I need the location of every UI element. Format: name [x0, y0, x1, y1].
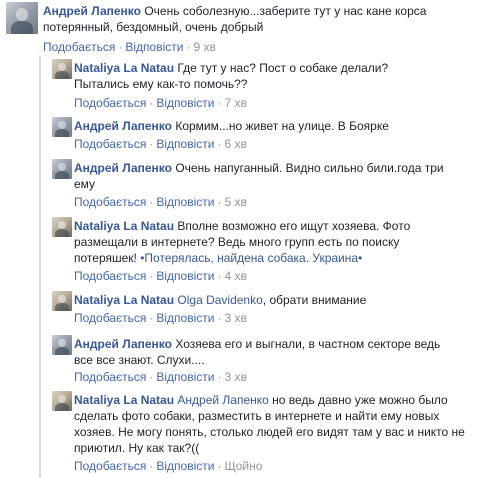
- like-button[interactable]: Подобається: [74, 137, 146, 151]
- separator-dot: ·: [217, 96, 222, 110]
- avatar[interactable]: [52, 291, 72, 311]
- like-button[interactable]: Подобається: [74, 459, 146, 473]
- comment-text: Nataliya La Natau Где тут у нас? Пост о …: [74, 60, 404, 92]
- comment-2: Андрей Лапенко Кормим...но живет на улиц…: [52, 117, 472, 153]
- reply-button[interactable]: Відповісти: [156, 269, 214, 283]
- avatar[interactable]: [52, 59, 72, 79]
- timestamp[interactable]: 4 хв: [224, 269, 246, 283]
- separator-dot: ·: [186, 40, 191, 54]
- comment-actions: Подобається · Відповісти · 5 хв: [74, 194, 247, 210]
- comment-text: Nataliya La Natau Вполне возможно его ищ…: [74, 218, 446, 266]
- comment-text: Андрей Лапенко Очень соболезную...забери…: [43, 3, 448, 35]
- comment-6: Андрей Лапенко Хозяева его и выгнали, в …: [52, 335, 472, 385]
- reply-thread-line: [39, 56, 41, 478]
- comment-0: Андрей Лапенко Очень соболезную...забери…: [6, 2, 476, 54]
- like-button[interactable]: Подобається: [74, 269, 146, 283]
- comment-text: Андрей Лапенко Кормим...но живет на улиц…: [74, 118, 454, 134]
- author-name[interactable]: Андрей Лапенко: [74, 161, 172, 175]
- like-button[interactable]: Подобається: [74, 311, 146, 325]
- comment-text: Андрей Лапенко Очень напуганный. Видно с…: [74, 160, 454, 192]
- comment-body: Кормим...но живет на улице. В Боярке: [175, 119, 389, 133]
- comment-3: Андрей Лапенко Очень напуганный. Видно с…: [52, 159, 472, 209]
- author-name[interactable]: Андрей Лапенко: [74, 337, 172, 351]
- separator-dot: ·: [149, 195, 154, 209]
- like-button[interactable]: Подобається: [43, 40, 115, 54]
- separator-dot: ·: [217, 370, 222, 384]
- separator-dot: ·: [217, 459, 222, 473]
- comment-5: Nataliya La Natau Olga Davidenko, обрати…: [52, 291, 472, 327]
- separator-dot: ·: [149, 269, 154, 283]
- author-name[interactable]: Nataliya La Natau: [74, 293, 174, 307]
- separator-dot: ·: [217, 269, 222, 283]
- reply-button[interactable]: Відповісти: [156, 459, 214, 473]
- like-button[interactable]: Подобається: [74, 96, 146, 110]
- separator-dot: ·: [217, 311, 222, 325]
- comment-1: Nataliya La Natau Где тут у нас? Пост о …: [52, 59, 472, 111]
- separator-dot: ·: [149, 137, 154, 151]
- timestamp[interactable]: 7 хв: [224, 96, 246, 110]
- comment-actions: Подобається · Відповісти · Щойно: [74, 458, 262, 474]
- comment-body: , обрати внимание: [262, 293, 367, 307]
- comment-actions: Подобається · Відповісти · 7 хв: [74, 95, 247, 111]
- comment-text: Nataliya La Natau Андрей Лапенко но ведь…: [74, 392, 466, 456]
- avatar[interactable]: [52, 335, 72, 355]
- avatar[interactable]: [6, 2, 38, 34]
- comment-text: Андрей Лапенко Хозяева его и выгнали, в …: [74, 336, 454, 368]
- avatar[interactable]: [52, 159, 72, 179]
- reply-button[interactable]: Відповісти: [156, 96, 214, 110]
- comment-actions: Подобається · Відповісти · 4 хв: [74, 268, 247, 284]
- separator-dot: ·: [149, 459, 154, 473]
- reply-button[interactable]: Відповісти: [156, 311, 214, 325]
- timestamp[interactable]: 3 хв: [224, 370, 246, 384]
- separator-dot: ·: [149, 96, 154, 110]
- separator-dot: ·: [149, 311, 154, 325]
- reply-button[interactable]: Відповісти: [156, 195, 214, 209]
- like-button[interactable]: Подобається: [74, 195, 146, 209]
- author-name[interactable]: Nataliya La Natau: [74, 61, 174, 75]
- comment-actions: Подобається · Відповісти · 3 хв: [74, 310, 247, 326]
- timestamp[interactable]: Щойно: [224, 459, 262, 473]
- reply-button[interactable]: Відповісти: [125, 40, 183, 54]
- separator-dot: ·: [118, 40, 123, 54]
- separator-dot: ·: [217, 137, 222, 151]
- avatar[interactable]: [52, 391, 72, 411]
- comment-7: Nataliya La Natau Андрей Лапенко но ведь…: [52, 391, 476, 475]
- timestamp[interactable]: 9 хв: [193, 40, 215, 54]
- mention-link[interactable]: Olga Davidenko: [177, 293, 262, 307]
- separator-dot: ·: [149, 370, 154, 384]
- group-link[interactable]: •Потерялась, найдена собака. Украина•: [140, 251, 362, 265]
- avatar[interactable]: [52, 217, 72, 237]
- reply-button[interactable]: Відповісти: [156, 137, 214, 151]
- like-button[interactable]: Подобається: [74, 370, 146, 384]
- author-name[interactable]: Nataliya La Natau: [74, 393, 174, 407]
- author-name[interactable]: Андрей Лапенко: [43, 4, 141, 18]
- comment-actions: Подобається · Відповісти · 3 хв: [74, 369, 247, 385]
- avatar[interactable]: [52, 117, 72, 137]
- author-name[interactable]: Андрей Лапенко: [74, 119, 172, 133]
- timestamp[interactable]: 6 хв: [224, 137, 246, 151]
- author-name[interactable]: Nataliya La Natau: [74, 219, 174, 233]
- timestamp[interactable]: 3 хв: [224, 311, 246, 325]
- comment-actions: Подобається · Відповісти · 9 хв: [43, 39, 216, 55]
- reply-button[interactable]: Відповісти: [156, 370, 214, 384]
- comment-text: Nataliya La Natau Olga Davidenko, обрати…: [74, 292, 454, 308]
- timestamp[interactable]: 5 хв: [224, 195, 246, 209]
- comment-4: Nataliya La Natau Вполне возможно его ищ…: [52, 217, 472, 283]
- comment-actions: Подобається · Відповісти · 6 хв: [74, 136, 247, 152]
- separator-dot: ·: [217, 195, 222, 209]
- mention-link[interactable]: Андрей Лапенко: [177, 393, 268, 407]
